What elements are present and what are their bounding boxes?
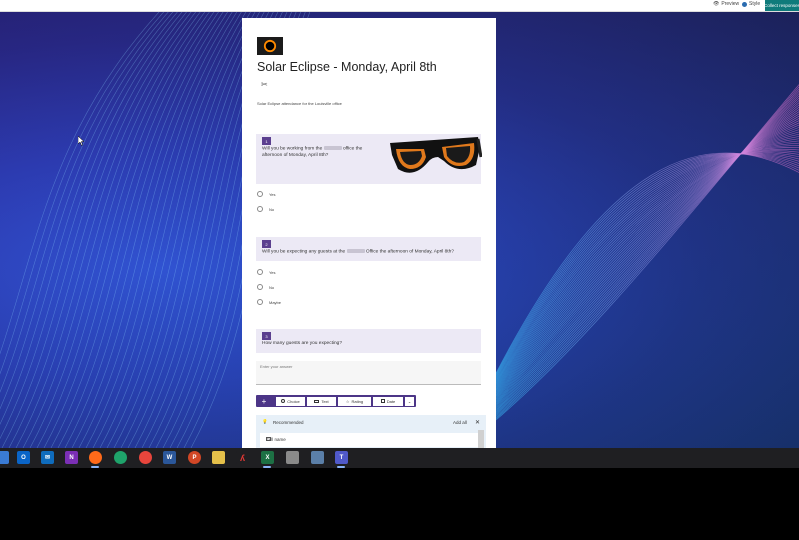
add-question-bar: + Choice Text ☆ Rating Date ⌄ (256, 395, 416, 407)
mail-icon[interactable]: ✉ (41, 451, 54, 464)
scissors-icon: ✂ (261, 80, 268, 89)
option-maybe[interactable]: Maybe (257, 299, 281, 305)
teams-icon[interactable]: T (335, 451, 348, 464)
eye-icon: 👁 (713, 1, 720, 7)
close-icon[interactable]: ✕ (475, 419, 480, 426)
radio-button[interactable] (257, 299, 263, 305)
forms-top-bar: 👁 Preview Style Collect responses (0, 0, 799, 12)
option-no[interactable]: No (257, 284, 274, 290)
add-date-button[interactable]: Date (373, 396, 403, 406)
recommended-item-full-name[interactable]: Full name (260, 433, 478, 447)
printer-icon[interactable] (286, 451, 299, 464)
radio-button[interactable] (257, 284, 263, 290)
radio-button[interactable] (257, 269, 263, 275)
redacted-text (346, 249, 365, 253)
eclipse-logo (257, 37, 283, 55)
scrollbar[interactable] (478, 430, 484, 448)
question-text: How many guests are you expecting? (262, 341, 342, 346)
question-3-card[interactable]: 3 How many guests are you expecting? (256, 329, 481, 353)
calendar-icon (380, 399, 385, 403)
windows-taskbar: O ✉ N W P ʎ X T (0, 448, 799, 468)
text-field-icon (266, 437, 271, 441)
palette-icon (742, 1, 747, 7)
recommended-panel: 💡 Recommended Add all ✕ Full name (256, 415, 486, 448)
recommended-title: Recommended (273, 420, 304, 425)
text-icon (314, 399, 320, 403)
form-description[interactable]: Solar Eclipse attendance for the Louisvi… (257, 101, 342, 106)
mouse-cursor-icon (78, 136, 85, 146)
redacted-text (323, 146, 342, 150)
option-yes[interactable]: Yes (257, 191, 276, 197)
collect-responses-button[interactable]: Collect responses (765, 0, 799, 11)
chrome-icon[interactable] (139, 451, 152, 464)
option-no[interactable]: No (257, 206, 274, 212)
question-text: Will you be expecting any guests at the … (262, 249, 454, 255)
question-1-card[interactable]: 1 Will you be working from the office th… (256, 134, 482, 184)
question-text: Will you be working from the office the … (262, 146, 363, 158)
powerpoint-icon[interactable]: P (188, 451, 201, 464)
question-number: 3 (262, 332, 271, 340)
network-icon[interactable] (311, 451, 324, 464)
offscreen-area (0, 468, 799, 540)
form-title[interactable]: Solar Eclipse - Monday, April 8th (257, 60, 437, 74)
excel-icon[interactable]: X (261, 451, 274, 464)
question-number: 2 (262, 240, 271, 248)
radio-icon (281, 399, 286, 403)
word-icon[interactable]: W (163, 451, 176, 464)
eclipse-glasses-image (390, 137, 482, 173)
preview-button[interactable]: 👁 Preview (713, 1, 739, 7)
radio-button[interactable] (257, 206, 263, 212)
edge-icon[interactable] (114, 451, 127, 464)
notes-icon[interactable] (212, 451, 225, 464)
answer-input[interactable]: Enter your answer (256, 361, 481, 385)
add-choice-button[interactable]: Choice (276, 396, 305, 406)
windows-start-icon[interactable] (0, 451, 9, 464)
outlook-icon[interactable]: O (17, 451, 30, 464)
lightbulb-icon: 💡 (262, 419, 268, 424)
desktop-wallpaper: 👁 Preview Style Collect responses Solar … (0, 0, 799, 448)
style-button[interactable]: Style (742, 1, 760, 7)
plus-icon[interactable]: + (258, 395, 270, 407)
option-yes[interactable]: Yes (257, 269, 276, 275)
question-number: 1 (262, 137, 271, 145)
add-text-button[interactable]: Text (307, 396, 336, 406)
star-icon: ☆ (345, 398, 350, 404)
firefox-icon[interactable] (89, 451, 102, 464)
acrobat-icon[interactable]: ʎ (236, 451, 249, 464)
onenote-icon[interactable]: N (65, 451, 78, 464)
question-2-card[interactable]: 2 Will you be expecting any guests at th… (256, 237, 481, 261)
chevron-down-icon[interactable]: ⌄ (405, 396, 414, 406)
add-all-link[interactable]: Add all (453, 420, 467, 425)
radio-button[interactable] (257, 191, 263, 197)
add-rating-button[interactable]: ☆ Rating (338, 396, 371, 406)
form-canvas: Solar Eclipse - Monday, April 8th ✂ Sola… (242, 18, 496, 448)
